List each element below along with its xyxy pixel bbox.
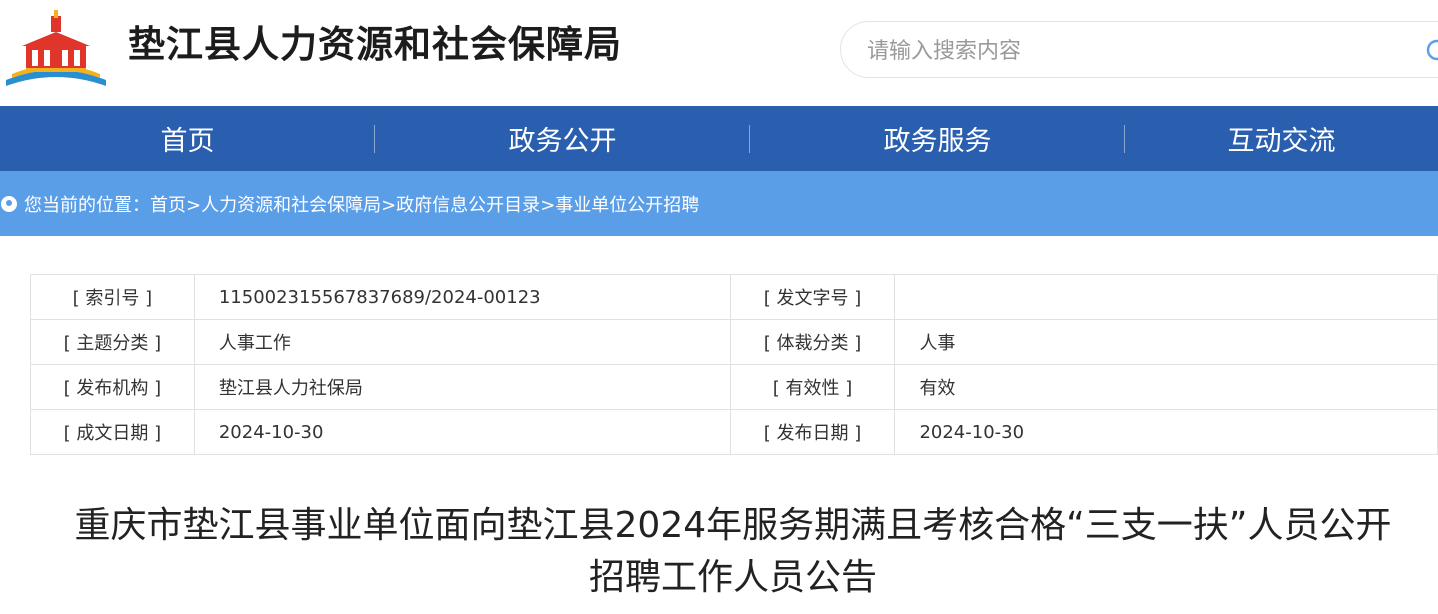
- search-icon[interactable]: [1425, 38, 1438, 66]
- meta-value-publisher: 垫江县人力社保局: [193, 364, 731, 410]
- breadcrumb-item-recruitment[interactable]: >事业单位公开招聘: [540, 191, 699, 217]
- table-row: [ 成文日期 ] 2024-10-30 [ 发布日期 ] 2024-10-30: [30, 409, 1438, 455]
- search-input[interactable]: [865, 32, 1389, 70]
- meta-value-topic: 人事工作: [193, 319, 731, 365]
- nav-item-home[interactable]: 首页: [0, 106, 375, 171]
- meta-label-genre: [ 体裁分类 ]: [729, 319, 896, 365]
- document-meta-table: [ 索引号 ] 115002315567837689/2024-00123 [ …: [30, 274, 1438, 455]
- meta-value-index: 115002315567837689/2024-00123: [193, 274, 731, 320]
- article-title: 重庆市垫江县事业单位面向垫江县2024年服务期满且考核合格“三支一扶”人员公开 …: [18, 500, 1438, 604]
- meta-label-doc-number: [ 发文字号 ]: [729, 274, 896, 320]
- meta-label-index: [ 索引号 ]: [30, 274, 195, 320]
- meta-value-written-date: 2024-10-30: [193, 409, 731, 455]
- breadcrumb-item-catalog[interactable]: >政府信息公开目录: [381, 191, 540, 217]
- meta-label-topic: [ 主题分类 ]: [30, 319, 195, 365]
- meta-label-written-date: [ 成文日期 ]: [30, 409, 195, 455]
- meta-label-publish-date: [ 发布日期 ]: [729, 409, 896, 455]
- breadcrumb-item-bureau[interactable]: >人力资源和社会保障局: [186, 191, 381, 217]
- government-building-icon[interactable]: [4, 8, 108, 88]
- meta-label-validity: [ 有效性 ]: [729, 364, 896, 410]
- meta-value-publish-date: 2024-10-30: [894, 409, 1438, 455]
- site-title: 垫江县人力资源和社会保障局: [128, 23, 622, 66]
- breadcrumb: 您当前的位置： 首页 >人力资源和社会保障局 >政府信息公开目录 >事业单位公开…: [0, 171, 1438, 236]
- article-title-line: 招聘工作人员公告: [588, 557, 877, 598]
- nav-item-gov-services[interactable]: 政务服务: [750, 106, 1125, 171]
- table-row: [ 索引号 ] 115002315567837689/2024-00123 [ …: [30, 274, 1438, 320]
- site-header: 垫江县人力资源和社会保障局: [0, 0, 1438, 106]
- meta-value-validity: 有效: [894, 364, 1438, 410]
- main-nav: 首页 政务公开 政务服务 互动交流: [0, 106, 1438, 171]
- meta-value-doc-number: [894, 274, 1438, 320]
- breadcrumb-item-home[interactable]: 首页: [150, 191, 186, 217]
- nav-item-interaction[interactable]: 互动交流: [1125, 106, 1438, 171]
- meta-value-genre: 人事: [894, 319, 1438, 365]
- breadcrumb-prefix: 您当前的位置：: [24, 194, 150, 216]
- table-row: [ 发布机构 ] 垫江县人力社保局 [ 有效性 ] 有效: [30, 364, 1438, 410]
- meta-label-publisher: [ 发布机构 ]: [30, 364, 195, 410]
- search-box[interactable]: [840, 21, 1438, 78]
- article-title-line: 重庆市垫江县事业单位面向垫江县2024年服务期满且考核合格“三支一扶”人员公开: [74, 505, 1392, 546]
- location-icon: [1, 195, 17, 212]
- nav-item-gov-affairs[interactable]: 政务公开: [375, 106, 750, 171]
- table-row: [ 主题分类 ] 人事工作 [ 体裁分类 ] 人事: [30, 319, 1438, 365]
